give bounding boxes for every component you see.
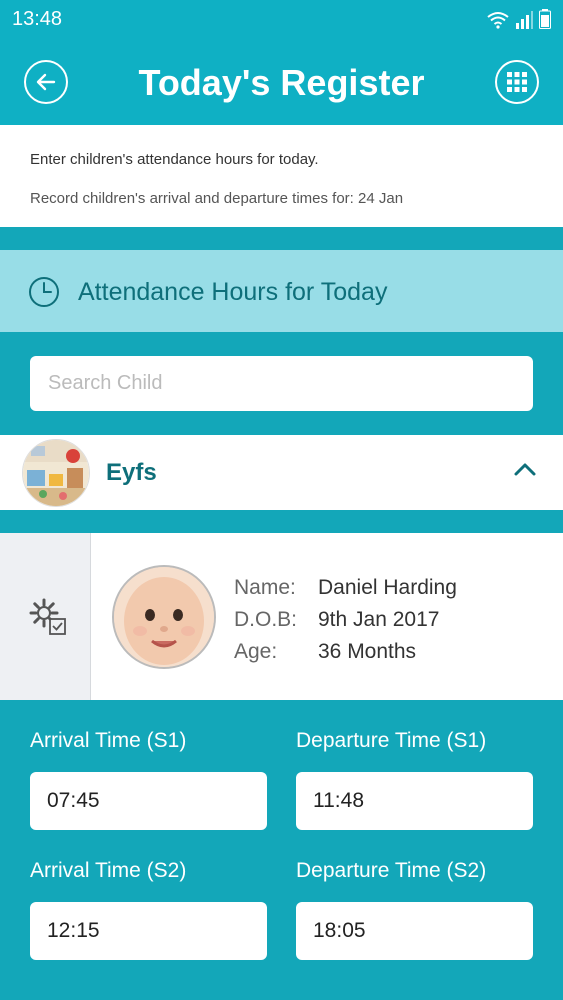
status-time: 13:48 — [12, 8, 63, 30]
status-icons — [487, 9, 551, 29]
attendance-times-panel: Arrival Time (S1) Departure Time (S1) 07… — [0, 700, 563, 1000]
child-dob-row: D.O.B: 9th Jan 2017 — [234, 608, 439, 632]
arrival-s2-field[interactable]: 12:15 — [30, 902, 267, 960]
arrival-s1-label: Arrival Time (S1) — [30, 729, 187, 752]
arrival-s1-field[interactable]: 07:45 — [30, 772, 267, 830]
child-card: Name: Daniel Harding D.O.B: 9th Jan 2017 A… — [0, 533, 563, 700]
departure-s2-label: Departure Time (S2) — [296, 859, 487, 882]
dob-label: D.O.B: — [234, 608, 298, 631]
group-avatar — [22, 439, 90, 507]
page-title: Today's Register — [138, 62, 425, 103]
child-dob: 9th Jan 2017 — [318, 608, 440, 631]
app-bar: Today's Register — [0, 40, 563, 125]
signal-icon — [516, 11, 533, 29]
child-name: Daniel Harding — [318, 576, 457, 599]
arrival-s2-label: Arrival Time (S2) — [30, 859, 187, 882]
chevron-up-icon[interactable] — [513, 461, 537, 477]
wifi-icon — [487, 12, 509, 29]
group-name: Eyfs — [106, 459, 157, 486]
departure-s1-label: Departure Time (S1) — [296, 729, 487, 752]
child-name-row: Name: Daniel Harding — [234, 576, 457, 600]
child-age: 36 Months — [318, 640, 417, 663]
menu-grid-button[interactable] — [495, 60, 539, 104]
instructions-panel: Enter children's attendance hours for to… — [0, 125, 563, 227]
departure-s2-field[interactable]: 18:05 — [296, 902, 533, 960]
attendance-section-header: Attendance Hours for Today — [0, 250, 563, 332]
instruction-text: Enter children's attendance hours for to… — [30, 151, 319, 168]
departure-s1-field[interactable]: 11:48 — [296, 772, 533, 830]
section-title: Attendance Hours for Today — [78, 278, 388, 306]
child-settings-button[interactable] — [0, 533, 91, 700]
search-input[interactable] — [30, 356, 533, 411]
status-bar: 13:48 — [0, 0, 563, 40]
name-label: Name: — [234, 576, 296, 599]
age-label: Age: — [234, 640, 278, 663]
settings-gear-icon — [29, 598, 66, 635]
clock-icon — [29, 277, 59, 307]
record-date-text: Record children's arrival and departure … — [30, 190, 404, 207]
group-header-eyfs[interactable]: Eyfs — [0, 435, 563, 510]
child-avatar — [112, 565, 216, 669]
child-age-row: Age: 36 Months — [234, 640, 416, 664]
battery-icon — [539, 9, 551, 29]
grid-menu-icon — [507, 72, 527, 92]
